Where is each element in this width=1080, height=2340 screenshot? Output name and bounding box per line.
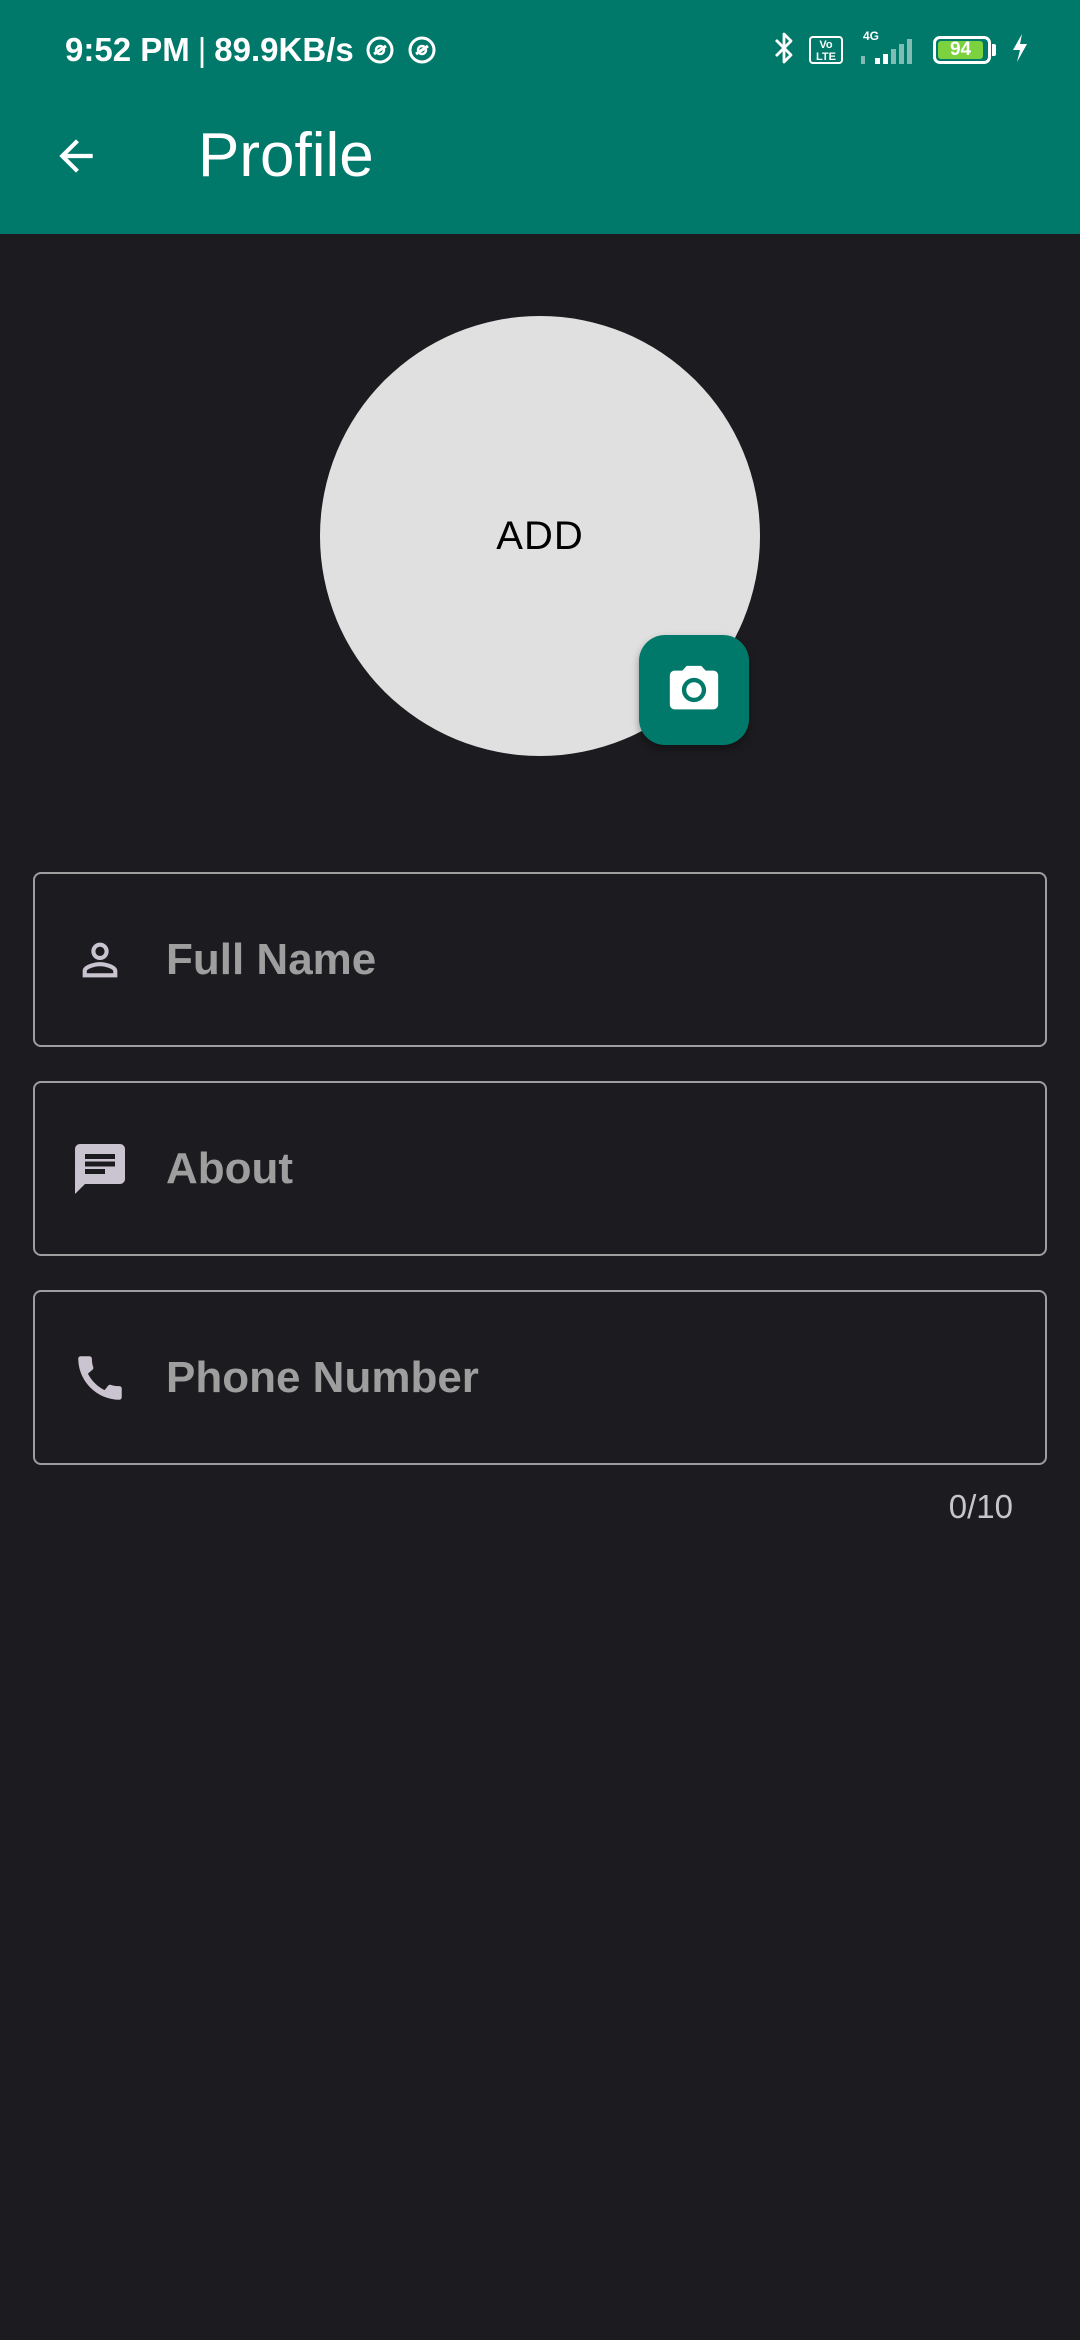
phone-char-counter: 0/10	[948, 1488, 1013, 1525]
about-input[interactable]	[166, 1128, 1016, 1209]
full-name-input[interactable]	[166, 919, 1016, 1000]
status-bar: 9:52 PM | 89.9KB/s Vo LTE 4G 94	[0, 0, 1080, 100]
phone-field[interactable]	[33, 1290, 1047, 1465]
page-title: Profile	[198, 121, 374, 190]
camera-button[interactable]	[639, 635, 749, 745]
about-field[interactable]	[33, 1081, 1047, 1256]
sync-icon-2	[406, 34, 438, 66]
volte-icon: Vo LTE	[809, 36, 843, 64]
status-time: 9:52 PM	[65, 31, 190, 68]
status-left: 9:52 PM | 89.9KB/s	[65, 28, 438, 72]
bluetooth-icon	[773, 31, 795, 70]
phone-icon	[66, 1344, 134, 1412]
charging-icon	[1010, 32, 1030, 69]
back-button[interactable]	[40, 120, 112, 192]
arrow-back-icon	[59, 139, 93, 173]
camera-icon	[669, 665, 719, 710]
battery-icon: 94	[933, 36, 996, 64]
network-type-label: 4G	[863, 30, 879, 43]
avatar-label: ADD	[496, 513, 584, 558]
phone-input[interactable]	[166, 1337, 1016, 1418]
full-name-field[interactable]	[33, 872, 1047, 1047]
status-right: Vo LTE 4G 94	[773, 28, 1030, 72]
battery-level: 94	[938, 39, 984, 60]
app-bar: 9:52 PM | 89.9KB/s Vo LTE 4G 94 Profile	[0, 0, 1080, 234]
network-speed: 89.9KB/s	[214, 31, 354, 68]
status-separator: |	[197, 31, 207, 68]
sync-icon	[364, 34, 396, 66]
signal-icon: 4G	[857, 29, 919, 71]
person-icon	[66, 926, 134, 994]
message-icon	[66, 1135, 134, 1203]
